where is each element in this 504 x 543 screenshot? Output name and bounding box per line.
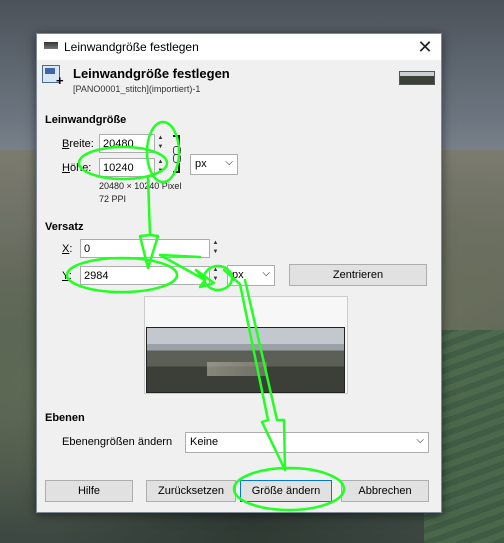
- offset-x-input[interactable]: 0: [80, 239, 210, 258]
- close-icon: ✕: [417, 37, 433, 57]
- size-unit-select[interactable]: px ⌵: [190, 154, 238, 175]
- title-bar[interactable]: Leinwandgröße festlegen ✕: [37, 34, 441, 60]
- spin-up-icon[interactable]: ▲: [210, 239, 221, 248]
- resolution-info: 72 PPI: [99, 194, 127, 204]
- center-button[interactable]: Zentrieren: [289, 264, 427, 286]
- width-input[interactable]: 20480: [99, 134, 155, 153]
- chevron-down-icon: ⌵: [225, 157, 233, 168]
- spin-down-icon[interactable]: ▼: [155, 143, 166, 152]
- chevron-down-icon: ⌵: [262, 268, 270, 279]
- offset-unit-select[interactable]: px ⌵: [227, 265, 275, 286]
- cancel-button[interactable]: Abbrechen: [341, 480, 429, 502]
- chain-link-icon[interactable]: [170, 135, 182, 173]
- app-icon: [44, 42, 58, 49]
- window-title: Leinwandgröße festlegen: [64, 40, 199, 54]
- spin-up-icon[interactable]: ▲: [155, 134, 166, 143]
- preview-image: [146, 327, 345, 393]
- spin-up-icon[interactable]: ▲: [210, 266, 221, 275]
- size-info: 20480 × 10240 Pixel: [99, 181, 182, 191]
- height-input[interactable]: 10240: [99, 158, 155, 177]
- offset-section-title: Versatz: [45, 221, 84, 233]
- dialog-header: + Leinwandgröße festlegen [PANO0001_stit…: [37, 60, 441, 100]
- offset-y-input[interactable]: 2984: [80, 266, 210, 285]
- canvas-size-section-title: Leinwandgröße: [45, 114, 127, 126]
- chevron-down-icon: ⌵: [416, 435, 424, 446]
- offset-x-label: X:: [62, 243, 73, 255]
- resize-layers-select[interactable]: Keine ⌵: [185, 432, 429, 453]
- close-button[interactable]: ✕: [415, 37, 435, 57]
- canvas-size-dialog: Leinwandgröße festlegen ✕ + Leinwandgröß…: [36, 33, 442, 513]
- width-label: Breite:: [62, 138, 94, 150]
- canvas-size-icon: +: [42, 65, 64, 87]
- offset-y-spinner[interactable]: ▲ ▼: [210, 266, 221, 285]
- height-spinner[interactable]: ▲ ▼: [155, 158, 166, 177]
- resize-layers-label: Ebenengrößen ändern: [62, 436, 173, 448]
- layers-section-title: Ebenen: [45, 412, 85, 424]
- offset-preview[interactable]: [144, 296, 348, 394]
- offset-y-label: Y:: [62, 270, 72, 282]
- spin-down-icon[interactable]: ▼: [210, 248, 221, 257]
- dialog-heading: Leinwandgröße festlegen: [73, 66, 230, 81]
- spin-down-icon[interactable]: ▼: [210, 275, 221, 284]
- spin-up-icon[interactable]: ▲: [155, 158, 166, 167]
- reset-button[interactable]: Zurücksetzen: [146, 480, 236, 502]
- image-name: [PANO0001_stitch](importiert)-1: [73, 84, 201, 94]
- resize-button[interactable]: Größe ändern: [240, 480, 332, 502]
- help-button[interactable]: Hilfe: [45, 480, 133, 502]
- offset-x-spinner[interactable]: ▲ ▼: [210, 239, 221, 258]
- image-thumbnail: [399, 71, 435, 85]
- width-spinner[interactable]: ▲ ▼: [155, 134, 166, 153]
- height-label: Höhe:: [62, 162, 92, 174]
- spin-down-icon[interactable]: ▼: [155, 167, 166, 176]
